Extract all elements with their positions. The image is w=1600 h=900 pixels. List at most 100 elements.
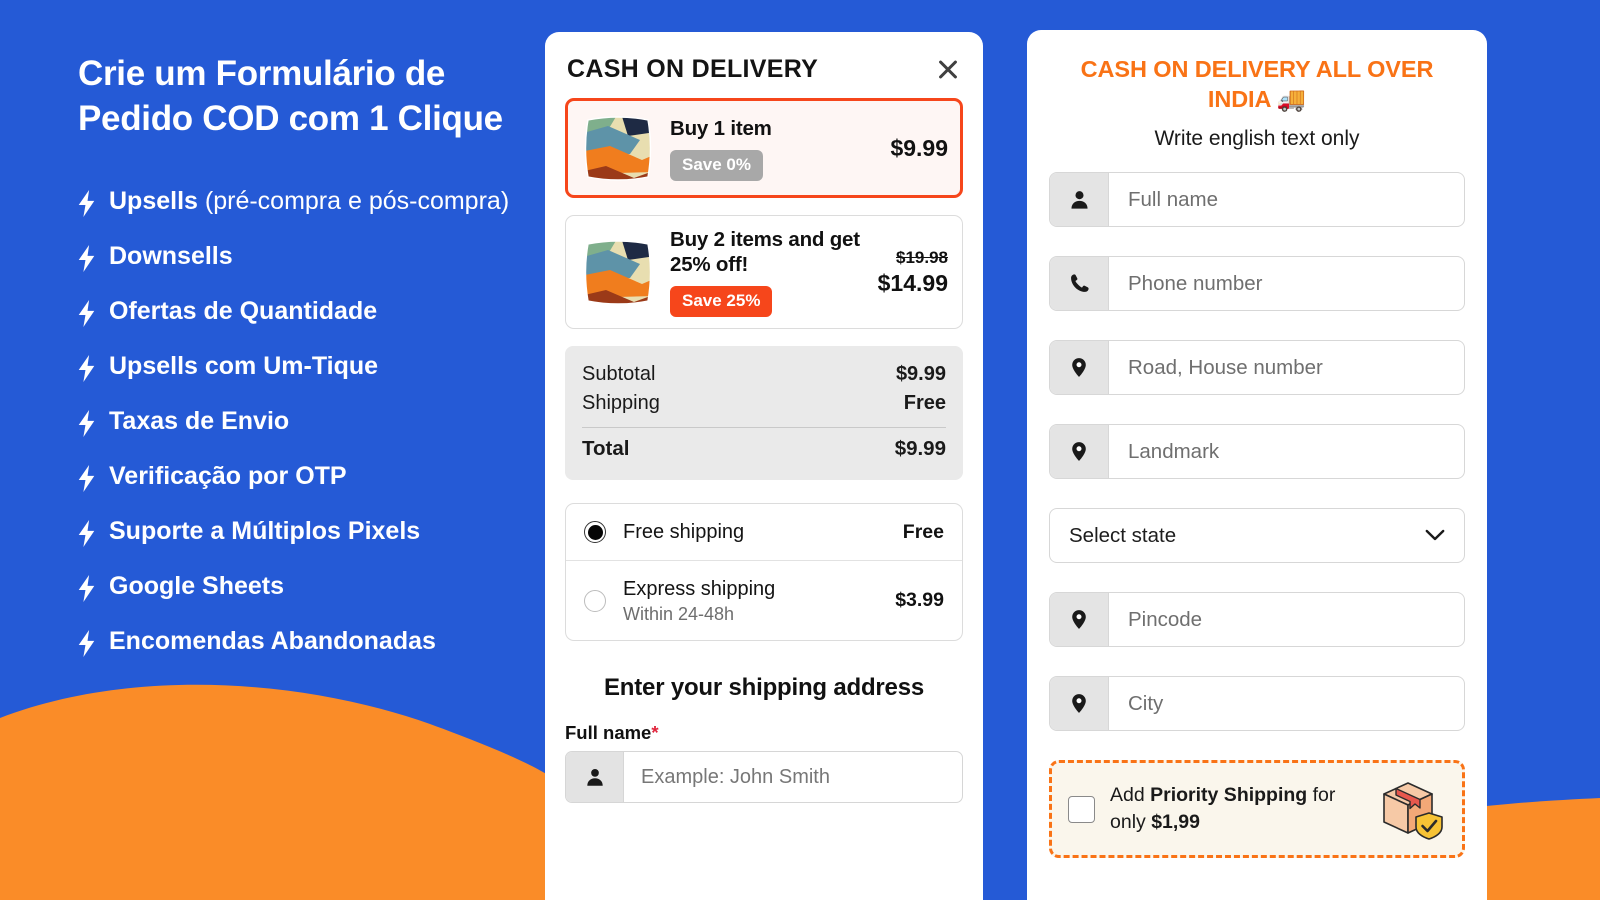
offer-save-badge: Save 0% — [670, 149, 763, 181]
list-item: Encomendas Abandonadas — [78, 626, 548, 660]
field-select-state[interactable]: Select state — [1049, 508, 1465, 564]
feature-list: Upsells (pré-compra e pós-compra) Downse… — [78, 186, 548, 660]
list-item-label: Suporte a Múltiplos Pixels — [109, 516, 421, 545]
cart-title: CASH ON DELIVERY — [567, 54, 819, 83]
road-house-number-input[interactable]: Road, House number — [1109, 341, 1464, 394]
list-item: Taxas de Envio — [78, 406, 548, 440]
phone-icon — [1050, 257, 1109, 311]
summary-row-subtotal: Subtotal $9.99 — [582, 360, 946, 389]
bolt-icon — [78, 189, 95, 217]
offer-title: Buy 1 item — [670, 116, 772, 140]
chevron-down-icon — [1425, 529, 1445, 541]
location-icon — [1050, 425, 1109, 479]
person-icon — [566, 752, 624, 802]
priority-shipping-checkbox[interactable] — [1068, 795, 1095, 823]
shipping-option-price: Free — [902, 520, 944, 543]
product-thumbnail-pillow — [584, 116, 652, 181]
offer-compare-price: $19.98 — [896, 247, 948, 267]
offer-list: Buy 1 item Save 0% $9.99 Buy 2 items and… — [545, 98, 983, 329]
list-item-label: Encomendas Abandonadas — [109, 626, 436, 655]
fullname-input-group[interactable]: Example: John Smith — [565, 751, 963, 803]
field-pincode[interactable]: Pincode — [1049, 592, 1465, 648]
field-landmark[interactable]: Landmark — [1049, 424, 1465, 480]
shipping-method-list: Free shipping Free Express shipping With… — [565, 503, 963, 641]
bolt-icon — [78, 354, 95, 382]
offer-pricing: $19.98 $14.99 — [872, 248, 948, 297]
priority-shipping-upsell[interactable]: Add Priority Shipping for only $1,99 — [1049, 760, 1465, 859]
select-state-value: Select state — [1069, 523, 1177, 547]
form-header: CASH ON DELIVERY ALL OVER INDIA 🚚 Write … — [1027, 30, 1487, 151]
list-item: Verificação por OTP — [78, 461, 548, 495]
summary-row-shipping: Shipping Free — [582, 389, 946, 418]
list-item-label: Verificação por OTP — [109, 461, 347, 490]
priority-shipping-label: Add Priority Shipping for only $1,99 — [1110, 784, 1336, 834]
field-full-name[interactable]: Full name — [1049, 172, 1465, 228]
cart-header: CASH ON DELIVERY — [545, 32, 983, 98]
fullname-field-label: Full name* — [565, 722, 659, 743]
landmark-input[interactable]: Landmark — [1109, 425, 1464, 478]
offer-card-2[interactable]: Buy 2 items and get 25% off! Save 25% $1… — [565, 215, 963, 329]
cod-form-panel: CASH ON DELIVERY ALL OVER INDIA 🚚 Write … — [1027, 30, 1487, 900]
list-item: Upsells (pré-compra e pós-compra) — [78, 186, 548, 220]
field-city[interactable]: City — [1049, 676, 1465, 732]
form-subtitle: Write english text only — [1154, 127, 1360, 151]
list-item-label: Upsells (pré-compra e pós-compra) — [109, 186, 510, 215]
offer-info: Buy 1 item Save 0% — [670, 116, 884, 181]
bolt-icon — [78, 464, 95, 492]
form-field-list: Full name Phone number Road, House numbe… — [1027, 151, 1487, 732]
list-item: Downsells — [78, 241, 548, 275]
total-value: $9.99 — [894, 437, 946, 460]
subtotal-value: $9.99 — [895, 363, 946, 385]
divider — [582, 427, 946, 428]
bolt-icon — [78, 629, 95, 657]
fullname-input[interactable]: Example: John Smith — [624, 752, 962, 802]
field-road-house-number[interactable]: Road, House number — [1049, 340, 1465, 396]
close-icon[interactable] — [933, 54, 963, 84]
required-mark: * — [651, 722, 659, 743]
list-item-label: Downsells — [109, 241, 233, 270]
city-input[interactable]: City — [1109, 677, 1464, 730]
person-icon — [1050, 173, 1109, 227]
screenshot-root: Crie um Formulário de Pedido COD com 1 C… — [0, 0, 1600, 900]
product-thumbnail-pillow — [584, 240, 652, 305]
form-title: CASH ON DELIVERY ALL OVER INDIA 🚚 — [1080, 56, 1434, 113]
shipping-option-express[interactable]: Express shipping Within 24-48h $3.99 — [566, 560, 962, 640]
location-icon — [1050, 341, 1109, 395]
list-item-label: Upsells com Um-Tique — [109, 351, 379, 380]
field-phone-number[interactable]: Phone number — [1049, 256, 1465, 312]
offer-price: $14.99 — [877, 269, 948, 296]
shipping-option-name: Free shipping — [623, 521, 745, 543]
shipping-option-free[interactable]: Free shipping Free — [566, 504, 962, 560]
offer-save-badge: Save 25% — [670, 286, 773, 317]
offer-price: $9.99 — [890, 134, 948, 161]
radio-icon-selected[interactable] — [584, 521, 606, 543]
list-item: Google Sheets — [78, 571, 548, 605]
list-item-label: Google Sheets — [109, 571, 285, 600]
list-item: Upsells com Um-Tique — [78, 351, 548, 385]
subtotal-label: Subtotal — [582, 363, 656, 385]
pincode-input[interactable]: Pincode — [1109, 593, 1464, 646]
location-icon — [1050, 593, 1109, 647]
summary-row-total: Total $9.99 — [582, 434, 946, 464]
total-label: Total — [582, 437, 630, 460]
shipping-label: Shipping — [582, 392, 660, 414]
location-icon — [1050, 677, 1109, 731]
package-shield-icon — [1383, 782, 1443, 840]
bolt-icon — [78, 244, 95, 272]
shipping-option-price: $3.99 — [895, 589, 944, 611]
bolt-icon — [78, 574, 95, 602]
offer-pricing: $9.99 — [884, 135, 948, 162]
bolt-icon — [78, 409, 95, 437]
offer-card-1[interactable]: Buy 1 item Save 0% $9.99 — [565, 98, 963, 198]
cart-panel: CASH ON DELIVERY Buy 1 item Save 0% $9.9… — [545, 32, 983, 900]
offer-title: Buy 2 items and get 25% off! — [670, 228, 860, 276]
radio-icon[interactable] — [584, 589, 606, 612]
page-title: Crie um Formulário de Pedido COD com 1 C… — [78, 54, 503, 138]
list-item: Suporte a Múltiplos Pixels — [78, 516, 548, 550]
shipping-option-eta: Within 24-48h — [623, 604, 735, 624]
promo-panel: Crie um Formulário de Pedido COD com 1 C… — [78, 52, 548, 681]
full-name-input[interactable]: Full name — [1109, 173, 1464, 226]
phone-number-input[interactable]: Phone number — [1109, 257, 1464, 310]
shipping-option-name: Express shipping — [623, 578, 776, 600]
shipping-option-info: Free shipping — [623, 519, 903, 545]
